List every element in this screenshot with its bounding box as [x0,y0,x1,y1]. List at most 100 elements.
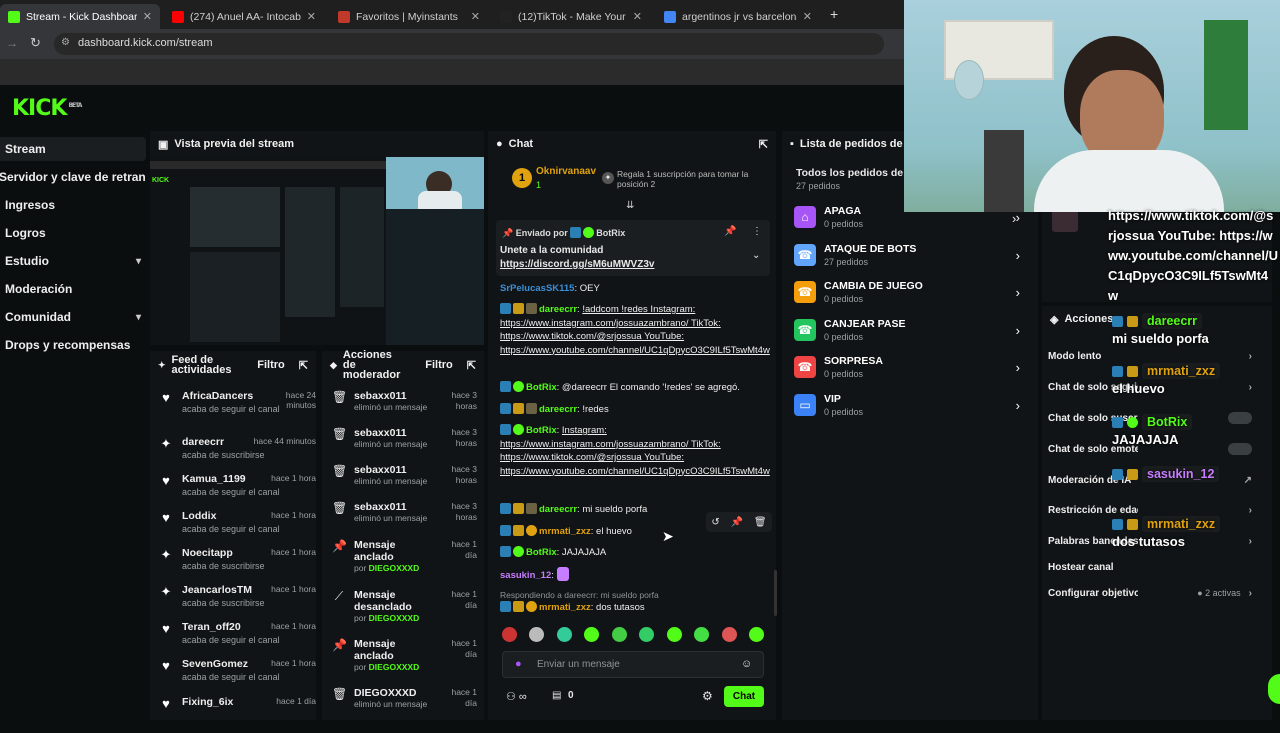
chat-username[interactable]: mrmati_zxz [539,602,591,613]
sidebar-item[interactable]: Ingresos [0,193,146,217]
chat-message[interactable]: BotRix: Instagram: https://www.instagram… [500,424,770,478]
expand-icon[interactable]: ⇊ [626,200,634,211]
chat-username[interactable]: BotRix [526,382,557,393]
emote[interactable] [694,627,710,642]
chat-scrollbar[interactable] [774,570,777,616]
chat-username[interactable]: BotRix [526,425,557,436]
emote[interactable] [529,627,545,642]
close-icon[interactable]: ✕ [307,10,316,23]
chat-username[interactable]: mrmati_zxz [539,526,591,537]
chevron-right-icon[interactable]: › [1249,505,1252,516]
chevron-right-icon[interactable]: › [1249,588,1252,599]
popout-icon[interactable]: ⇱ [299,359,308,372]
send-chat-button[interactable]: Chat [724,686,764,707]
mod-action-item[interactable]: ⟋ Mensaje desanclado por DIEGOXXXD hace 1 d… [332,589,477,623]
sidebar-item[interactable]: Moderación [0,277,146,301]
chevron-right-icon[interactable]: › [1016,323,1020,338]
feed-item[interactable]: ♥ Teran_off20 acaba de seguir el canal hace… [158,621,316,658]
browser-tab[interactable]: argentinos jr vs barcelona - Bu ✕ [656,4,820,29]
close-icon[interactable]: ✕ [803,10,812,23]
reload-icon[interactable]: ↻ [30,35,41,51]
chevron-right-icon[interactable]: › [1249,351,1252,362]
chat-input[interactable]: ● Enviar un mensaje ☺ [502,651,764,678]
feed-user-name[interactable]: Noecitapp [182,547,265,559]
close-icon[interactable]: ✕ [471,10,480,23]
mod-tool-item[interactable]: Configurar objetivos ● 2 activas › [1048,582,1252,604]
feed-item[interactable]: ♥ SevenGomez acaba de seguir el canal hace … [158,658,316,695]
chat-username[interactable]: dareecrr [539,404,577,415]
feed-user-name[interactable]: Kamua_1199 [182,473,280,485]
modactions-filter-button[interactable]: Filtro [425,359,453,371]
mod-action-item[interactable]: 🗑 DIEGOXXXD eliminó un mensaje hace 1 día [332,687,477,709]
site-info-icon[interactable]: ⚙ [61,37,70,48]
feed-user-name[interactable]: dareecrr [182,436,265,448]
feed-user-name[interactable]: Fixing_6ix [182,696,233,708]
mod-action-item[interactable]: 📌 Mensaje anclado por DIEGOXXXD hace 1 día [332,539,477,573]
close-icon[interactable]: ✕ [633,10,642,23]
mic-icon[interactable]: ● [515,658,522,670]
sidebar-item[interactable]: Stream [0,137,146,161]
chevron-down-icon[interactable]: ⌄ [752,250,760,261]
emote[interactable] [611,627,627,642]
browser-tab[interactable]: (274) Anuel AA- Intocable (Tira ✕ [164,4,324,29]
feed-item[interactable]: ✦ JeancarlosTM acaba de suscribirse hace 1 … [158,584,316,621]
mod-action-item[interactable]: 🗑 sebaxx011 eliminó un mensaje hace 3 horas [332,501,477,523]
mod-action-item[interactable]: 🗑 sebaxx011 eliminó un mensaje hace 3 horas [332,390,477,412]
feed-item[interactable]: ✦ dareecrr acaba de suscribirse hace 44 min… [158,436,316,473]
browser-tab[interactable]: (12)TikTok - Make Your Day ✕ [492,4,650,29]
chat-message[interactable]: BotRix: @dareecrr El comando '!redes' se… [500,381,762,395]
close-icon[interactable]: ✕ [143,10,152,23]
chat-message[interactable]: SrPelucasSK115: OEY [500,282,762,296]
feed-user-name[interactable]: SevenGomez [182,658,280,670]
stream-preview-video[interactable]: KICK [150,157,484,345]
chat-message[interactable]: sasukin_12: [500,567,762,583]
side-fab[interactable] [1268,674,1280,704]
all-requests-label[interactable]: Todos los pedidos de recompensas [796,167,904,179]
chat-username[interactable]: SrPelucasSK115 [500,283,574,294]
mod-tool-item[interactable]: Hostear canal [1048,556,1252,578]
chat-users-icon[interactable]: ⚇ ∞ [506,690,527,703]
feed-filter-button[interactable]: Filtro [257,359,285,371]
feed-user-name[interactable]: Loddix [182,510,280,522]
gear-icon[interactable]: ⚙ [702,689,713,703]
mod-action-item[interactable]: 🗑 sebaxx011 eliminó un mensaje hace 3 horas [332,464,477,486]
browser-tab[interactable]: Favoritos | Myinstants ✕ [330,4,488,29]
emote[interactable] [666,627,682,642]
browser-tab[interactable]: Stream - Kick Dashboard ✕ [0,4,160,29]
kick-logo[interactable]: KICK BETA [12,96,82,121]
chat-username[interactable]: BotRix [526,547,557,558]
chevron-right-icon[interactable]: › [1016,398,1020,413]
reward-request-item[interactable]: ▭ VIP 0 pedidos › [794,388,1020,422]
chat-message[interactable]: mrmati_zxz: el huevo [500,525,762,539]
sidebar-item[interactable]: Logros [0,221,146,245]
chevron-right-icon[interactable]: › [1016,248,1020,263]
pinned-link[interactable]: https://discord.gg/sM6uMWVZ3v [500,259,654,270]
emote[interactable] [556,627,572,642]
chevron-right-icon[interactable]: › [1016,285,1020,300]
chevron-down-icon[interactable]: ▾ [136,312,141,323]
feed-user-name[interactable]: AfricaDancers [182,390,280,402]
chat-message[interactable]: BotRix: JAJAJAJA [500,546,762,560]
feed-item[interactable]: ♥ Kamua_1199 acaba de seguir el canal hace … [158,473,316,510]
chevron-right-icon[interactable]: › [1016,210,1020,225]
unpin-icon[interactable]: 📌 [724,226,736,237]
mod-action-user[interactable]: DIEGOXXXD [369,563,420,573]
url-input[interactable]: ⚙ dashboard.kick.com/stream [54,33,884,55]
chat-message[interactable]: Respondiendo a dareecrr: mi sueldo porfa… [500,589,762,615]
chat-username[interactable]: dareecrr [539,304,577,315]
feed-user-name[interactable]: Teran_off20 [182,621,280,633]
feed-item[interactable]: ♥ Loddix acaba de seguir el canal hace 1 ho… [158,510,316,547]
new-tab-button[interactable]: + [830,6,838,22]
emote[interactable] [748,627,764,642]
sidebar-item[interactable]: Drops y recompensas [0,333,146,357]
emote[interactable] [502,627,517,642]
chat-message[interactable]: dareecrr: !redes [500,403,762,417]
points-icon[interactable]: ▤ [552,690,561,701]
reward-request-item[interactable]: ☎ SORPRESA 0 pedidos › [794,350,1020,384]
mod-action-item[interactable]: 🗑 sebaxx011 eliminó un mensaje hace 3 horas [332,427,477,449]
chat-message[interactable]: dareecrr: mi sueldo porfa [500,503,762,517]
gift-user[interactable]: Oknirvanaav [536,166,596,177]
sidebar-item[interactable]: Estudio ▾ [0,249,146,273]
reward-request-item[interactable]: ☎ CAMBIA DE JUEGO 0 pedidos › [794,275,1020,309]
reward-request-item[interactable]: ☎ CANJEAR PASE 0 pedidos › [794,313,1020,347]
